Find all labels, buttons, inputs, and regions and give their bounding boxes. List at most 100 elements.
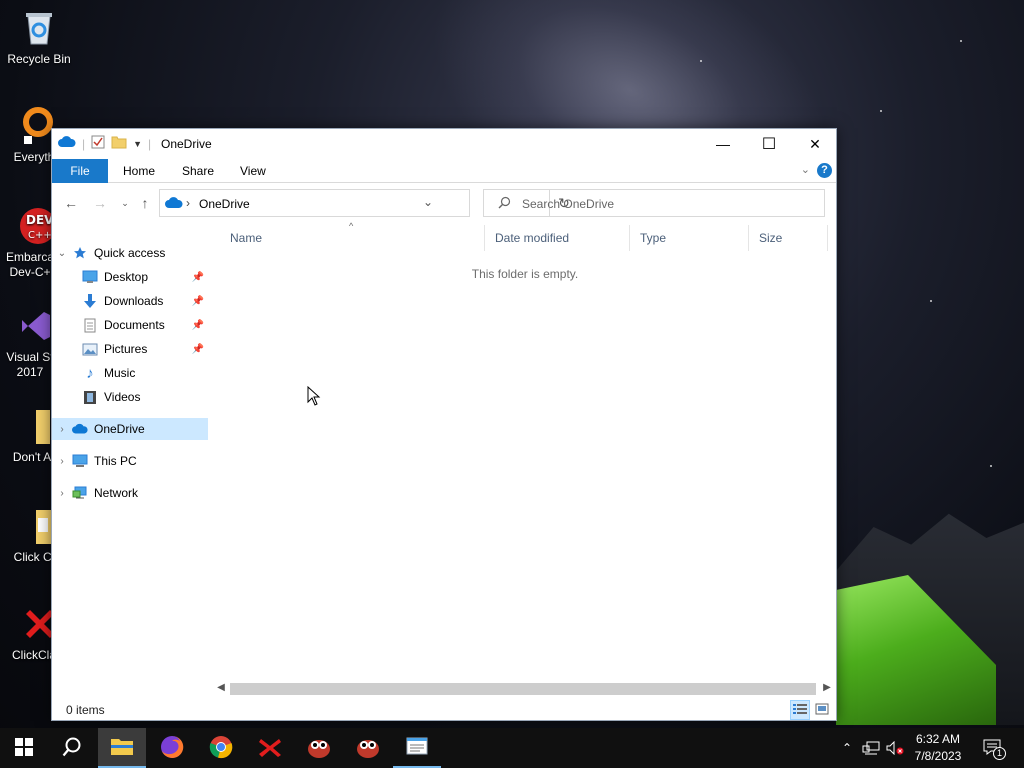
expand-chevron-icon[interactable]: ›	[52, 488, 72, 499]
taskbar-search-button[interactable]	[48, 728, 96, 768]
start-button[interactable]	[0, 728, 48, 768]
wallpaper-star	[990, 465, 992, 467]
column-header-name[interactable]: Name	[210, 225, 484, 251]
column-header-size[interactable]: Size	[748, 225, 828, 251]
nav-quick-access[interactable]: ⌄ Quick access	[52, 242, 208, 264]
taskbar-firefox[interactable]	[148, 728, 196, 768]
back-button[interactable]: ←	[60, 192, 82, 214]
breadcrumb-onedrive[interactable]: OneDrive	[199, 197, 250, 211]
title-bar[interactable]: | ▼ | OneDrive — ☐ ✕	[52, 129, 836, 159]
customize-qat-chevron-icon[interactable]: ▼	[133, 139, 142, 149]
firefox-icon	[160, 735, 184, 762]
forward-button[interactable]: →	[89, 192, 111, 214]
column-header-date-modified[interactable]: Date modified	[484, 225, 629, 251]
taskbar-app-bug-2[interactable]	[344, 728, 392, 768]
picture-icon	[82, 341, 98, 357]
file-explorer-icon	[110, 736, 134, 759]
volume-muted-icon[interactable]	[884, 728, 906, 768]
taskbar-app-bug-1[interactable]	[295, 728, 343, 768]
tab-view[interactable]: View	[226, 159, 280, 183]
tab-home[interactable]: Home	[109, 159, 169, 183]
onedrive-cloud-icon	[58, 136, 76, 151]
search-icon	[498, 196, 511, 212]
address-dropdown-chevron-icon[interactable]: ⌄	[423, 195, 433, 209]
navigation-pane: ⌄ Quick access Desktop 📌 Downloads 📌 Doc…	[52, 225, 210, 685]
pin-icon: 📌	[191, 343, 204, 355]
expand-chevron-icon[interactable]: ›	[52, 456, 72, 467]
search-input[interactable]	[522, 195, 812, 213]
computer-icon	[72, 453, 88, 469]
minimize-icon: —	[716, 136, 730, 152]
recycle-bin-icon	[19, 8, 59, 48]
scroll-right-arrow-icon[interactable]: ▶	[820, 681, 834, 695]
nav-label: Documents	[104, 318, 165, 332]
expand-ribbon-chevron-icon[interactable]: ⌄	[801, 163, 810, 176]
help-button[interactable]: ?	[817, 163, 832, 178]
breadcrumb-separator[interactable]: ›	[186, 196, 190, 210]
scroll-left-arrow-icon[interactable]: ◀	[214, 681, 228, 695]
wallpaper-star	[880, 110, 882, 112]
tray-overflow-chevron-icon[interactable]: ⌃	[838, 728, 856, 768]
action-center-button[interactable]: 1	[978, 728, 1008, 768]
nav-this-pc[interactable]: › This PC	[52, 450, 208, 472]
horizontal-scrollbar[interactable]: ◀ ▶	[212, 680, 836, 697]
new-folder-icon[interactable]	[111, 135, 127, 152]
wallpaper-star	[930, 300, 932, 302]
clock[interactable]: 6:32 AM 7/8/2023	[906, 731, 970, 765]
details-view-icon	[793, 703, 807, 718]
tab-share[interactable]: Share	[168, 159, 228, 183]
nav-documents[interactable]: Documents 📌	[52, 314, 208, 336]
close-button[interactable]: ✕	[792, 129, 838, 159]
desktop-icon-recycle-bin[interactable]: Recycle Bin	[1, 8, 77, 67]
column-header-type[interactable]: Type	[629, 225, 748, 251]
pin-icon: 📌	[191, 295, 204, 307]
expand-chevron-icon[interactable]: ›	[52, 424, 72, 435]
large-icons-view-button[interactable]	[812, 700, 832, 720]
file-list-pane[interactable]: ^ Name Date modified Type Size This fold…	[210, 221, 837, 685]
nav-videos[interactable]: Videos	[52, 386, 208, 408]
item-count: 0 items	[66, 703, 105, 717]
nav-label: This PC	[94, 454, 137, 468]
maximize-icon: ☐	[761, 136, 777, 153]
nav-network[interactable]: › Network	[52, 482, 208, 504]
nav-label: Desktop	[104, 270, 149, 284]
status-bar: 0 items	[52, 698, 836, 721]
nav-pictures[interactable]: Pictures 📌	[52, 338, 208, 360]
address-bar[interactable]: › OneDrive ⌄ ↻	[159, 189, 570, 217]
wallpaper-star	[700, 60, 702, 62]
nav-downloads[interactable]: Downloads 📌	[52, 290, 208, 312]
maximize-button[interactable]: ☐	[746, 129, 792, 159]
nav-music[interactable]: ♪ Music	[52, 362, 208, 384]
notepad-icon	[406, 737, 428, 758]
chevron-down-icon: ⌄	[121, 197, 129, 208]
taskbar-chrome[interactable]	[197, 728, 245, 768]
wallpaper-star	[960, 40, 962, 42]
everything-search-icon	[14, 106, 54, 146]
forward-arrow-icon: →	[93, 195, 107, 211]
svg-text:C++: C++	[28, 230, 52, 241]
taskbar-file-explorer[interactable]	[98, 728, 146, 768]
nav-desktop[interactable]: Desktop 📌	[52, 266, 208, 288]
large-icons-view-icon	[815, 703, 829, 718]
minimize-button[interactable]: —	[700, 129, 746, 159]
properties-icon[interactable]	[91, 135, 105, 152]
onedrive-cloud-icon	[72, 421, 88, 437]
nav-label: Music	[104, 366, 136, 380]
scrollbar-thumb[interactable]	[230, 683, 816, 695]
tab-file[interactable]: File	[52, 159, 108, 183]
taskbar: ⌃ 6:32 AM 7/8/2023 1	[0, 728, 1024, 768]
desktop-icon	[82, 269, 98, 285]
recent-locations-button[interactable]: ⌄	[114, 192, 136, 214]
svg-text:DEV: DEV	[26, 213, 54, 227]
nav-onedrive[interactable]: › OneDrive	[52, 418, 208, 440]
network-status-icon[interactable]	[860, 728, 882, 768]
notification-icon: 1	[983, 739, 1006, 760]
taskbar-clickclack[interactable]	[246, 728, 294, 768]
notification-count-badge: 1	[993, 747, 1006, 760]
taskbar-notepad[interactable]	[393, 728, 441, 768]
search-box[interactable]	[483, 189, 825, 217]
up-button[interactable]: ↑	[134, 192, 156, 214]
collapse-chevron-icon[interactable]: ⌄	[52, 248, 72, 259]
nav-label: Network	[94, 486, 139, 500]
details-view-button[interactable]	[790, 700, 810, 720]
